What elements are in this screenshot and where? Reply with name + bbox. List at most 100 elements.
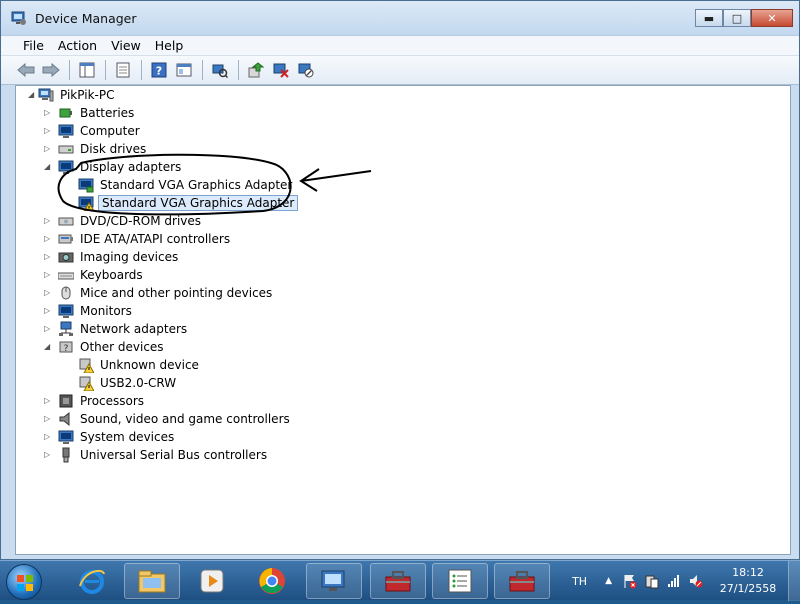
expand-arrow-icon[interactable]: ▷ [44,415,52,423]
tree-item-computer[interactable]: ▷ Computer [44,122,142,140]
tree-item-sound[interactable]: ▷ Sound, video and game controllers [44,410,292,428]
device-tree[interactable]: ◢ PikPik-PC ▷ Batteries ▷ Computer ▷ Dis… [15,85,791,555]
collapse-arrow-icon[interactable]: ◢ [28,91,36,99]
update-driver-button[interactable] [245,59,267,81]
taskbar-task-list[interactable] [432,563,488,599]
system-device-icon [58,430,74,444]
toolbar: ? [1,55,799,85]
tree-item-system-devices[interactable]: ▷ System devices [44,428,176,446]
help-button[interactable]: ? [148,59,170,81]
collapse-arrow-icon[interactable]: ◢ [44,343,52,351]
tree-root[interactable]: ◢ PikPik-PC [24,86,116,104]
forward-button[interactable] [40,59,62,81]
menu-view[interactable]: View [111,38,141,53]
expand-arrow-icon[interactable]: ▷ [44,235,52,243]
tree-item-other-devices[interactable]: ◢ ? Other devices [44,338,166,356]
tree-item-processors[interactable]: ▷ Processors [44,392,146,410]
tree-item-label: Mice and other pointing devices [80,286,273,300]
show-desktop-button[interactable] [788,561,800,601]
collapse-arrow-icon[interactable]: ◢ [44,163,52,171]
taskbar-media-player[interactable] [184,563,240,599]
tree-item-mice[interactable]: ▷ Mice and other pointing devices [44,284,274,302]
taskbar-device-manager[interactable] [306,563,362,599]
expand-arrow-icon[interactable]: ▷ [44,127,52,135]
ide-controller-icon [58,234,73,244]
tree-item-label: Computer [80,124,140,138]
expand-arrow-icon[interactable]: ▷ [44,145,52,153]
expand-arrow-icon[interactable]: ▷ [44,271,52,279]
computer-icon [38,88,54,102]
properties-icon [116,62,130,78]
toolbox-icon [385,571,411,592]
taskbar-toolbox-1[interactable] [370,563,426,599]
expand-arrow-icon[interactable]: ▷ [44,289,52,297]
disk-drive-icon [58,145,74,154]
tree-item-display-adapters[interactable]: ◢ Display adapters [44,158,183,176]
expand-arrow-icon[interactable]: ▷ [44,217,52,225]
windows-logo-icon [17,575,33,591]
clock[interactable]: 18:12 27/1/2558 [718,565,778,597]
tree-item-monitors[interactable]: ▷ Monitors [44,302,134,320]
expand-arrow-icon[interactable]: ▷ [44,253,52,261]
taskbar: TH ▲ 18:12 27/1/2558 [0,560,800,601]
menu-file[interactable]: File [23,38,44,53]
volume-muted-icon[interactable] [688,573,704,589]
tree-item-label: Standard VGA Graphics Adapter [100,178,293,192]
taskbar-toolbox-2[interactable] [494,563,550,599]
tree-item-usb-controllers[interactable]: ▷ Universal Serial Bus controllers [44,446,269,464]
properties-button[interactable] [112,59,134,81]
disable-device-button[interactable] [295,59,317,81]
devices-icon[interactable] [644,573,660,589]
tree-item-imaging-devices[interactable]: ▷ Imaging devices [44,248,180,266]
start-button[interactable] [6,564,42,600]
tree-item-batteries[interactable]: ▷ Batteries [44,104,136,122]
close-button[interactable]: ✕ [751,9,793,27]
internet-explorer-icon [79,569,105,594]
display-adapter-icon [78,178,94,193]
expand-arrow-icon[interactable]: ▷ [44,109,52,117]
minimize-button[interactable]: ▬ [695,9,723,27]
tree-item-label: USB2.0-CRW [100,376,177,390]
tree-item-usb2-crw[interactable]: USB2.0-CRW [64,374,178,392]
tree-item-network-adapters[interactable]: ▷ Network adapters [44,320,189,338]
tree-item-label: Unknown device [100,358,199,372]
expand-arrow-icon[interactable]: ▷ [44,433,52,441]
title-bar[interactable]: Device Manager ▬ □ ✕ [1,1,799,35]
tree-item-dvd-drives[interactable]: ▷ DVD/CD-ROM drives [44,212,203,230]
maximize-icon: □ [731,11,743,25]
expand-arrow-icon[interactable]: ▷ [44,325,52,333]
mouse-icon [61,286,71,300]
console-view-button[interactable] [173,59,195,81]
taskbar-file-explorer[interactable] [124,563,180,599]
tree-item-keyboards[interactable]: ▷ Keyboards [44,266,145,284]
tree-item-disk-drives[interactable]: ▷ Disk drives [44,140,148,158]
tree-item-vga-adapter-2[interactable]: Standard VGA Graphics Adapter [64,194,299,212]
expand-arrow-icon[interactable]: ▷ [44,307,52,315]
taskbar-chrome[interactable] [244,563,300,599]
maximize-button[interactable]: □ [723,9,751,27]
tree-item-label: Display adapters [80,160,182,174]
language-indicator[interactable]: TH [572,575,587,588]
clock-time: 18:12 [732,566,764,579]
menu-action[interactable]: Action [58,38,97,53]
scan-hardware-button[interactable] [209,59,231,81]
show-hide-tree-button[interactable] [76,59,98,81]
network-signal-icon[interactable] [666,573,682,589]
tree-item-label: Network adapters [80,322,188,336]
expand-arrow-icon[interactable]: ▷ [44,451,52,459]
tree-item-vga-adapter-1[interactable]: Standard VGA Graphics Adapter [64,176,294,194]
taskbar-internet-explorer[interactable] [64,563,120,599]
toolbar-separator [105,60,106,80]
tree-item-ide-controllers[interactable]: ▷ IDE ATA/ATAPI controllers [44,230,232,248]
action-center-flag-icon[interactable] [622,573,638,589]
processor-icon [59,394,73,408]
uninstall-button[interactable] [270,59,292,81]
system-tray: TH ▲ [572,561,704,601]
show-hidden-icons-icon[interactable]: ▲ [605,576,612,586]
svg-text:?: ? [64,344,69,354]
back-button[interactable] [15,59,37,81]
update-driver-icon [248,62,264,78]
expand-arrow-icon[interactable]: ▷ [44,397,52,405]
tree-item-unknown-device[interactable]: Unknown device [64,356,201,374]
menu-help[interactable]: Help [155,38,184,53]
